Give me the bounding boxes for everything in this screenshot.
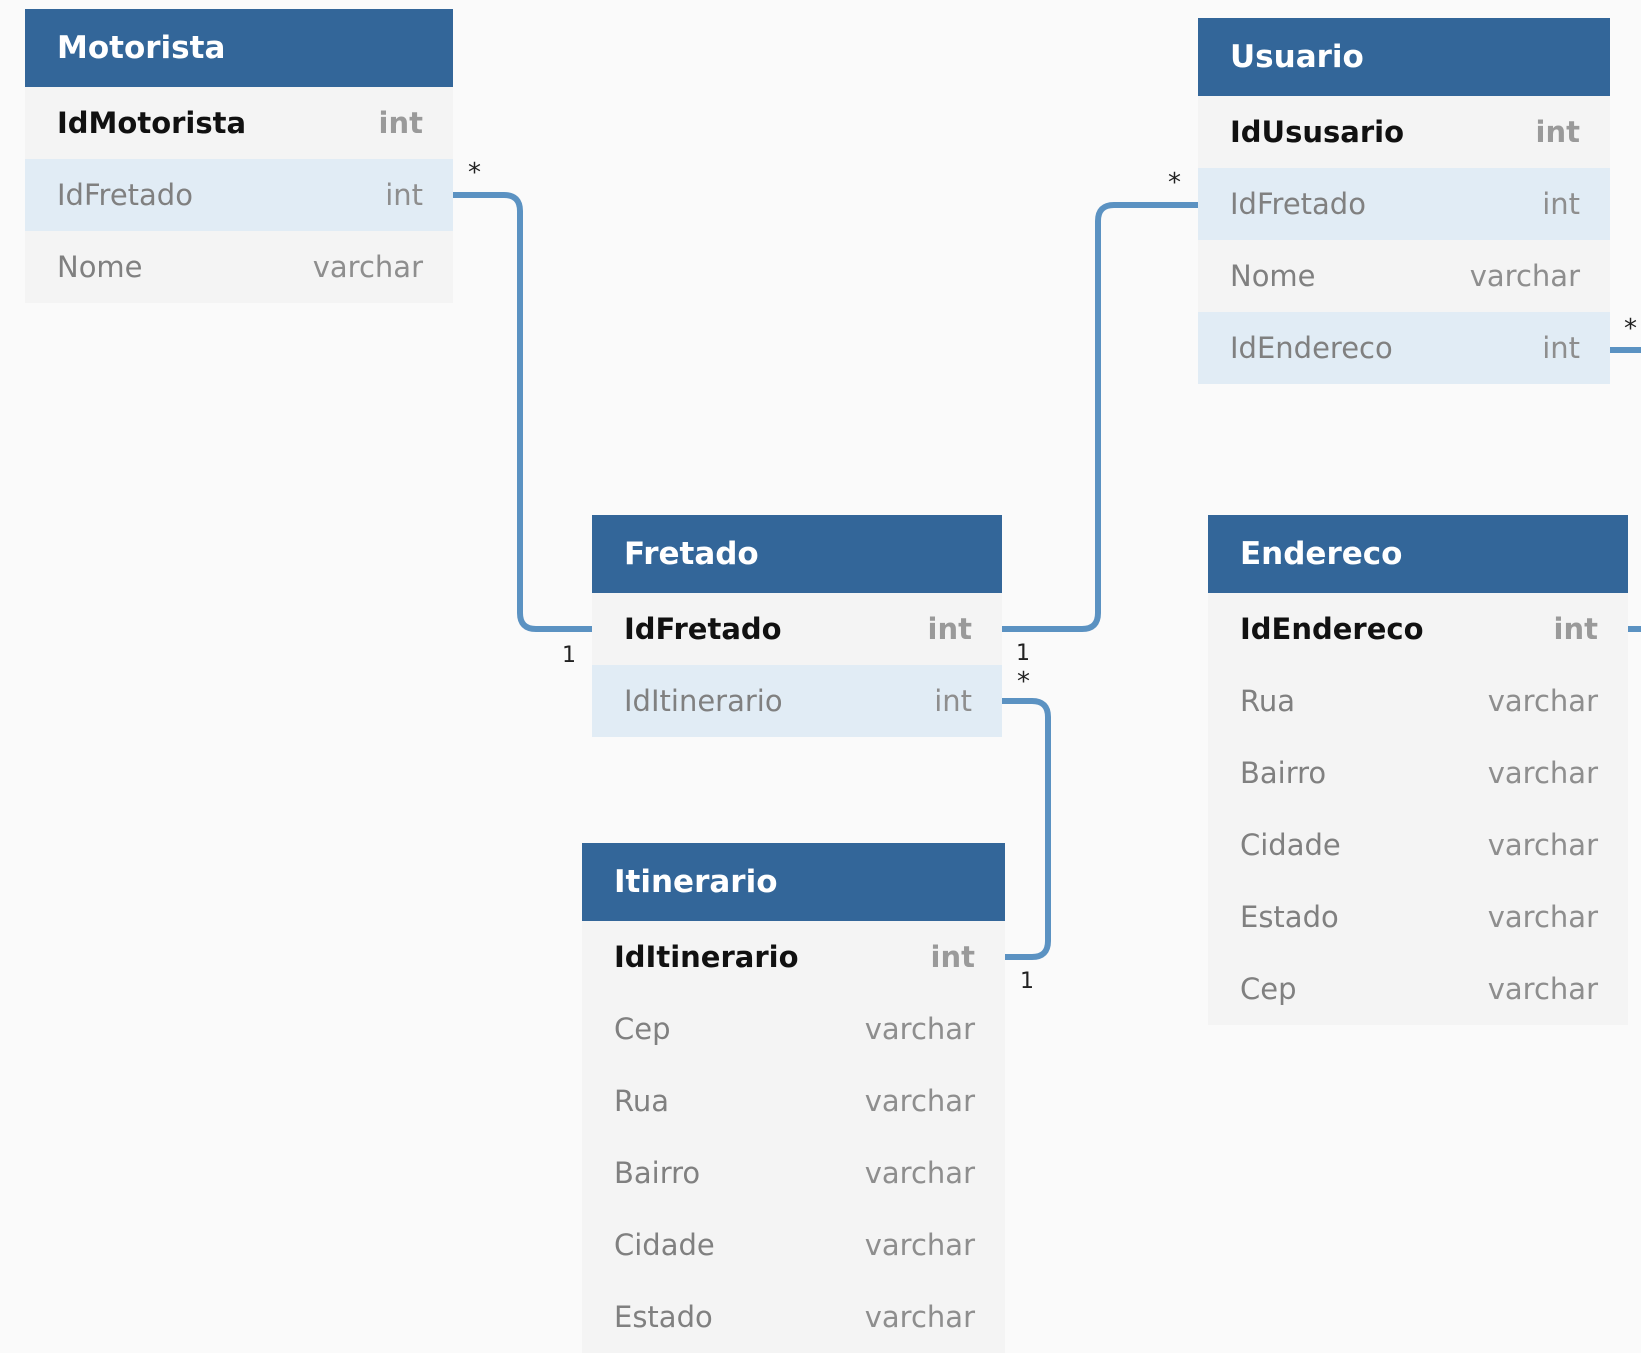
- field-row[interactable]: Rua varchar: [1208, 665, 1628, 737]
- field-row[interactable]: IdMotorista int: [25, 87, 453, 159]
- entity-title[interactable]: Usuario: [1198, 18, 1610, 96]
- entity-title[interactable]: Itinerario: [582, 843, 1005, 921]
- field-row[interactable]: Bairro varchar: [582, 1137, 1005, 1209]
- field-type: varchar: [864, 1012, 975, 1046]
- relationship-line-usuario-fretado[interactable]: [1002, 202, 1198, 632]
- field-type: varchar: [1487, 684, 1598, 718]
- field-row[interactable]: IdEndereco int: [1208, 593, 1628, 665]
- field-type: varchar: [864, 1228, 975, 1262]
- field-row[interactable]: Nome varchar: [1198, 240, 1610, 312]
- entity-usuario[interactable]: Usuario IdUsusario int IdFretado int Nome varc…: [1198, 18, 1610, 384]
- field-type: varchar: [864, 1156, 975, 1190]
- field-row[interactable]: Cep varchar: [582, 993, 1005, 1065]
- field-name: IdItinerario: [614, 940, 799, 974]
- field-row[interactable]: Rua varchar: [582, 1065, 1005, 1137]
- entity-motorista[interactable]: Motorista IdMotorista int IdFretado int Nome v…: [25, 9, 453, 303]
- entity-itinerario[interactable]: Itinerario IdItinerario int Cep varchar Rua va…: [582, 843, 1005, 1353]
- field-name: Bairro: [1240, 756, 1327, 790]
- entity-title[interactable]: Endereco: [1208, 515, 1628, 593]
- field-type: varchar: [312, 250, 423, 284]
- field-name: Rua: [614, 1084, 669, 1118]
- field-type: int: [385, 178, 423, 212]
- field-row[interactable]: IdFretado int: [25, 159, 453, 231]
- field-name: Bairro: [614, 1156, 701, 1190]
- cardinality-label: 1: [1016, 641, 1030, 666]
- entity-endereco[interactable]: Endereco IdEndereco int Rua varchar Bairro var…: [1208, 515, 1628, 1025]
- cardinality-label: 1: [1020, 969, 1034, 994]
- field-type: varchar: [1487, 756, 1598, 790]
- field-type: int: [1542, 187, 1580, 221]
- er-diagram-canvas: Motorista IdMotorista int IdFretado int Nome v…: [0, 0, 1641, 1353]
- field-row[interactable]: Estado varchar: [1208, 881, 1628, 953]
- field-name: IdMotorista: [57, 106, 247, 140]
- field-row[interactable]: Cep varchar: [1208, 953, 1628, 1025]
- field-row[interactable]: IdUsusario int: [1198, 96, 1610, 168]
- field-name: Nome: [57, 250, 143, 284]
- field-type: varchar: [1469, 259, 1580, 293]
- field-name: IdFretado: [624, 612, 782, 646]
- field-row[interactable]: IdItinerario int: [592, 665, 1002, 737]
- cardinality-label: *: [1017, 667, 1030, 697]
- relationship-line-fretado-itinerario[interactable]: [1002, 698, 1051, 960]
- cardinality-label: *: [1624, 314, 1637, 344]
- field-type: int: [927, 612, 972, 646]
- field-row[interactable]: Nome varchar: [25, 231, 453, 303]
- field-name: IdEndereco: [1230, 331, 1393, 365]
- field-row[interactable]: IdEndereco int: [1198, 312, 1610, 384]
- cardinality-label: *: [468, 158, 481, 188]
- field-type: varchar: [1487, 900, 1598, 934]
- field-name: Estado: [614, 1300, 713, 1334]
- field-name: Rua: [1240, 684, 1295, 718]
- field-row[interactable]: IdFretado int: [1198, 168, 1610, 240]
- field-name: IdUsusario: [1230, 115, 1404, 149]
- field-type: varchar: [1487, 972, 1598, 1006]
- field-type: varchar: [864, 1084, 975, 1118]
- field-name: Cep: [1240, 972, 1297, 1006]
- entity-title[interactable]: Motorista: [25, 9, 453, 87]
- field-row[interactable]: Estado varchar: [582, 1281, 1005, 1353]
- cardinality-label: *: [1168, 168, 1181, 198]
- field-row[interactable]: Cidade varchar: [582, 1209, 1005, 1281]
- field-type: int: [1553, 612, 1598, 646]
- field-type: int: [934, 684, 972, 718]
- field-name: Cidade: [1240, 828, 1341, 862]
- cardinality-label: 1: [562, 643, 576, 668]
- field-name: IdFretado: [1230, 187, 1366, 221]
- field-name: IdFretado: [57, 178, 193, 212]
- entity-title[interactable]: Fretado: [592, 515, 1002, 593]
- field-type: int: [1542, 331, 1580, 365]
- field-type: varchar: [1487, 828, 1598, 862]
- field-type: int: [1535, 115, 1580, 149]
- field-name: Cidade: [614, 1228, 715, 1262]
- entity-fretado[interactable]: Fretado IdFretado int IdItinerario int: [592, 515, 1002, 737]
- field-row[interactable]: IdFretado int: [592, 593, 1002, 665]
- field-name: Estado: [1240, 900, 1339, 934]
- field-name: Nome: [1230, 259, 1316, 293]
- field-type: int: [930, 940, 975, 974]
- field-type: varchar: [864, 1300, 975, 1334]
- field-type: int: [378, 106, 423, 140]
- field-row[interactable]: Bairro varchar: [1208, 737, 1628, 809]
- relationship-line-motorista-fretado[interactable]: [453, 192, 592, 632]
- field-name: IdItinerario: [624, 684, 783, 718]
- field-row[interactable]: IdItinerario int: [582, 921, 1005, 993]
- field-name: Cep: [614, 1012, 671, 1046]
- field-row[interactable]: Cidade varchar: [1208, 809, 1628, 881]
- field-name: IdEndereco: [1240, 612, 1424, 646]
